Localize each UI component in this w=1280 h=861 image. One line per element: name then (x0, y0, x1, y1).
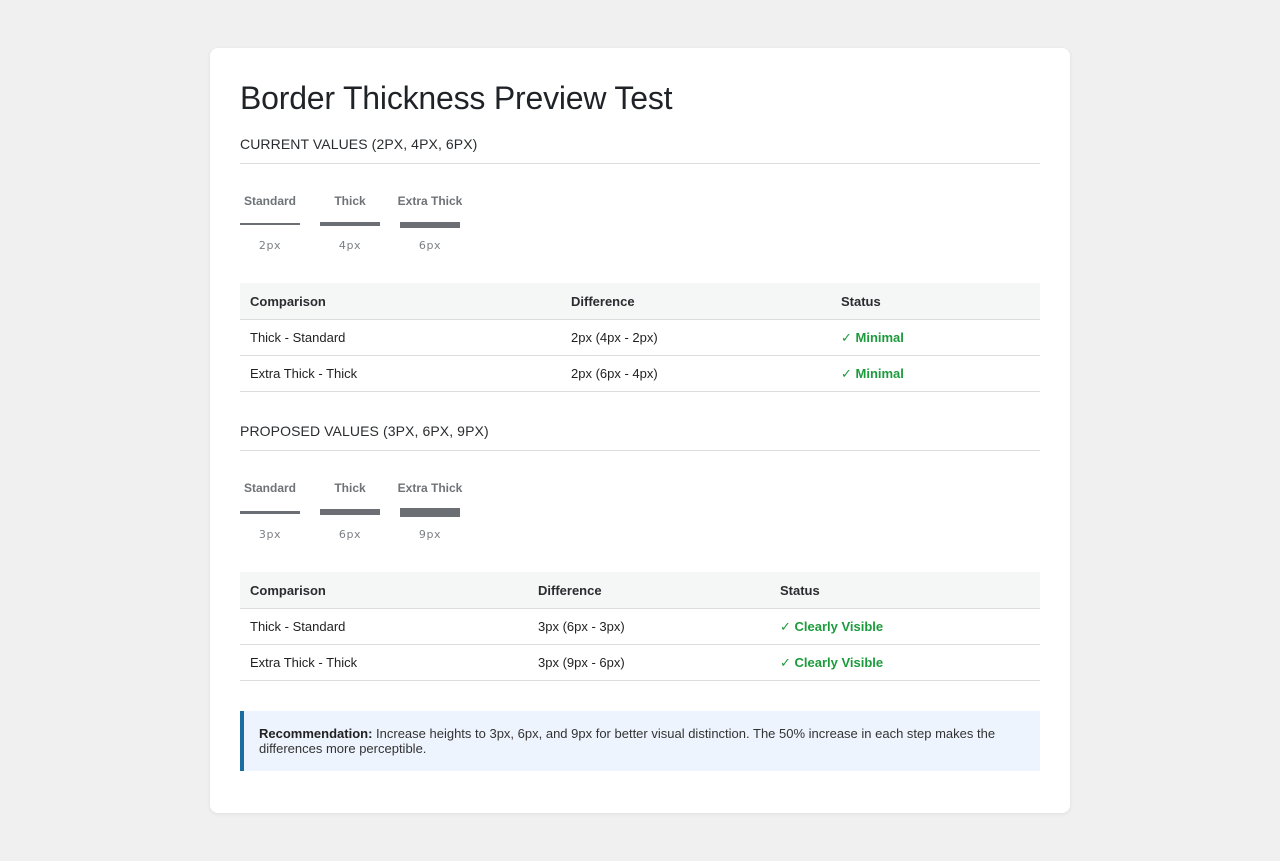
comparison-table-proposed: Comparison Difference Status Thick - Sta… (240, 572, 1040, 681)
preview-card: Border Thickness Preview Test CURRENT VA… (210, 48, 1070, 813)
page-title: Border Thickness Preview Test (240, 80, 673, 116)
sample-value: 4px (338, 239, 362, 252)
difference-cell: 3px (9px - 6px) (528, 644, 770, 681)
sample-value: 3px (258, 528, 282, 541)
recommendation-box: Recommendation: Increase heights to 3px,… (240, 711, 1040, 771)
samples-current: Standard 2px Thick 4px Extra Thick 6px (240, 194, 1040, 253)
thickness-bar (320, 509, 380, 515)
recommendation-label: Recommendation: (259, 726, 373, 741)
status-cell: ✓ Clearly Visible (770, 608, 1040, 645)
thickness-bar (400, 222, 460, 228)
section-title-current: CURRENT VALUES (2px, 4px, 6px) (240, 135, 1040, 164)
table-row: Thick - Standard 2px (4px - 2px) ✓ Minim… (240, 319, 1040, 356)
thickness-bar (400, 508, 460, 517)
table-header-row: Comparison Difference Status (240, 283, 1040, 320)
sample-value: 9px (418, 528, 442, 541)
difference-cell: 3px (6px - 3px) (528, 608, 770, 645)
table-row: Extra Thick - Thick 2px (6px - 4px) ✓ Mi… (240, 355, 1040, 392)
section-title-proposed: PROPOSED VALUES (3px, 6px, 9px) (240, 422, 1040, 451)
table-header-row: Comparison Difference Status (240, 572, 1040, 609)
column-header: Difference (528, 572, 770, 609)
sample-label: Thick (334, 481, 366, 495)
sample-label: Extra Thick (397, 194, 463, 208)
comparison-table-current: Comparison Difference Status Thick - Sta… (240, 283, 1040, 392)
sample-standard: Standard 3px (240, 481, 300, 542)
comparison-cell: Thick - Standard (240, 319, 561, 356)
table-row: Extra Thick - Thick 3px (9px - 6px) ✓ Cl… (240, 644, 1040, 681)
sample-thick: Thick 4px (320, 194, 380, 253)
status-cell: ✓ Minimal (831, 319, 1040, 356)
status-cell: ✓ Minimal (831, 355, 1040, 392)
sample-value: 6px (338, 528, 362, 541)
thickness-bar (240, 511, 300, 514)
column-header: Status (770, 572, 1040, 609)
column-header: Comparison (240, 572, 528, 609)
sample-standard: Standard 2px (240, 194, 300, 253)
sample-value: 6px (418, 239, 442, 252)
difference-cell: 2px (6px - 4px) (561, 355, 831, 392)
samples-proposed: Standard 3px Thick 6px Extra Thick 9px (240, 481, 1040, 542)
comparison-cell: Thick - Standard (240, 608, 528, 645)
thickness-bar (320, 222, 380, 226)
comparison-cell: Extra Thick - Thick (240, 355, 561, 392)
sample-thick: Thick 6px (320, 481, 380, 542)
sample-extra-thick: Extra Thick 6px (397, 194, 463, 253)
difference-cell: 2px (4px - 2px) (561, 319, 831, 356)
sample-extra-thick: Extra Thick 9px (397, 481, 463, 542)
column-header: Status (831, 283, 1040, 320)
comparison-cell: Extra Thick - Thick (240, 644, 528, 681)
sample-label: Standard (243, 481, 296, 495)
sample-label: Extra Thick (397, 481, 463, 495)
thickness-bar (240, 223, 300, 225)
table-row: Thick - Standard 3px (6px - 3px) ✓ Clear… (240, 608, 1040, 645)
sample-label: Standard (243, 194, 296, 208)
sample-label: Thick (334, 194, 366, 208)
column-header: Comparison (240, 283, 561, 320)
column-header: Difference (561, 283, 831, 320)
sample-value: 2px (258, 239, 282, 252)
status-cell: ✓ Clearly Visible (770, 644, 1040, 681)
